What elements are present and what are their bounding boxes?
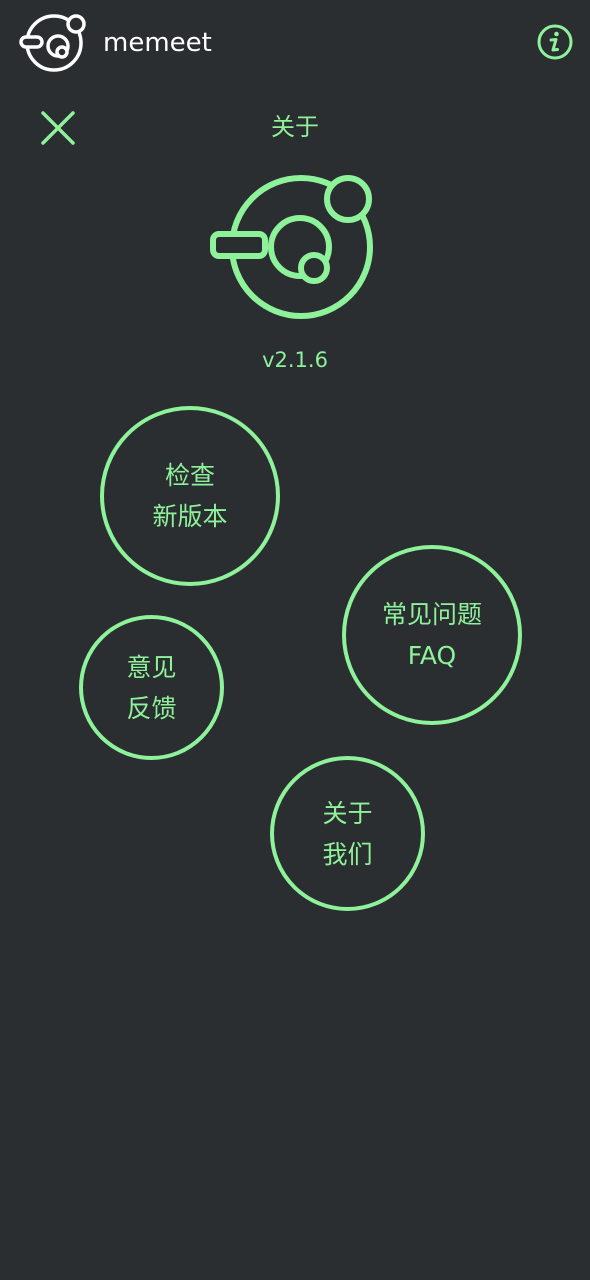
feedback-button[interactable]: 意见 反馈 <box>79 615 224 760</box>
feedback-label-line2: 反馈 <box>126 693 177 723</box>
about-us-label-line2: 我们 <box>322 839 373 869</box>
faq-button[interactable]: 常见问题 FAQ <box>342 545 522 725</box>
info-icon[interactable] <box>535 22 575 62</box>
feedback-label-line1: 意见 <box>126 652 177 682</box>
faq-label-line2: FAQ <box>407 641 457 670</box>
planet-logo-icon <box>18 12 88 76</box>
check-update-label-line2: 新版本 <box>152 502 228 531</box>
page-title: 关于 <box>271 113 319 141</box>
about-us-button[interactable]: 关于 我们 <box>270 756 425 911</box>
check-update-button[interactable]: 检查 新版本 <box>100 406 280 586</box>
check-update-label-line1: 检查 <box>164 461 215 490</box>
app-bar: memeet <box>0 0 590 86</box>
planet-logo-icon <box>205 172 377 324</box>
app-name: memeet <box>103 28 212 58</box>
version-text: v2.1.6 <box>262 348 328 372</box>
faq-label-line1: 常见问题 <box>381 600 482 629</box>
about-us-label-line1: 关于 <box>322 798 373 828</box>
